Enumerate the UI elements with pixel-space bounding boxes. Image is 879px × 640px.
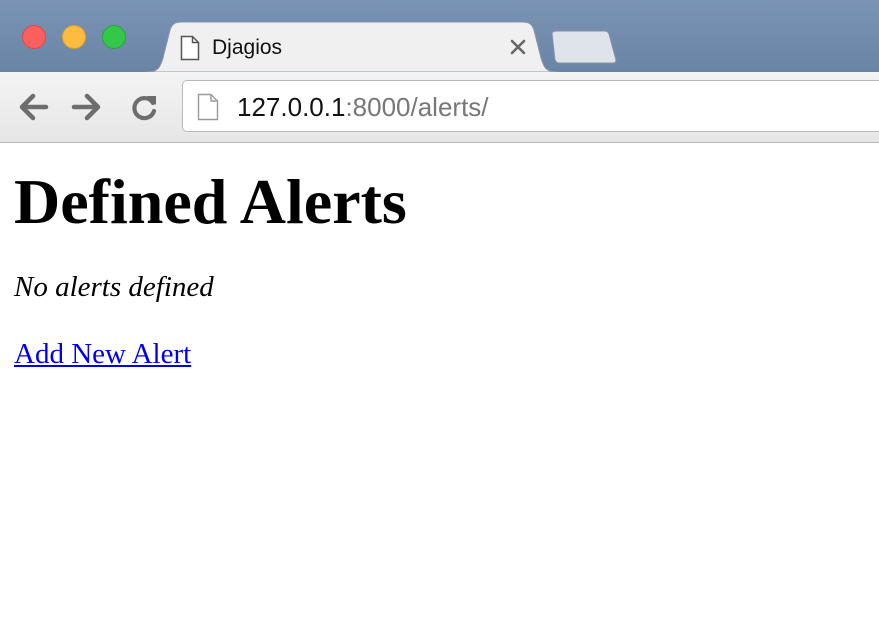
tab-close-icon[interactable] (506, 35, 530, 59)
window-minimize-button[interactable] (62, 25, 86, 49)
tab-background (146, 22, 558, 72)
window-close-button[interactable] (22, 25, 46, 49)
browser-tab[interactable]: Djagios (146, 22, 558, 72)
tab-title: Djagios (212, 36, 283, 59)
empty-state-message: No alerts defined (14, 271, 214, 303)
url-path: :8000/alerts/ (345, 92, 489, 122)
page-title: Defined Alerts (14, 166, 407, 237)
forward-arrow-icon[interactable] (70, 92, 104, 122)
page-icon (180, 35, 200, 61)
url-host: 127.0.0.1 (237, 92, 346, 122)
add-new-alert-link[interactable]: Add New Alert (14, 336, 191, 372)
window-zoom-button[interactable] (102, 25, 126, 49)
browser-title-bar: Djagios (0, 0, 879, 72)
address-bar[interactable]: 127.0.0.1:8000/alerts/ (182, 80, 879, 132)
browser-toolbar: 127.0.0.1:8000/alerts/ (0, 72, 879, 143)
reload-icon[interactable] (128, 92, 162, 122)
new-tab-button[interactable] (548, 30, 618, 64)
url-text: 127.0.0.1:8000/alerts/ (237, 92, 489, 122)
page-icon (197, 93, 219, 121)
page-content: Defined Alerts No alerts defined Add New… (14, 143, 879, 372)
back-arrow-icon[interactable] (16, 92, 50, 122)
